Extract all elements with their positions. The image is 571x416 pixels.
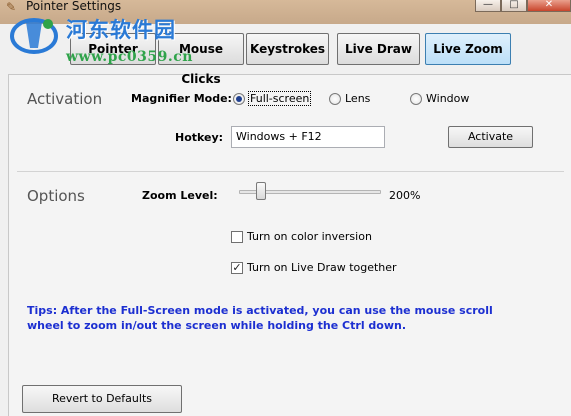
minimize-button[interactable]: — xyxy=(475,0,501,12)
tips-text: Tips: After the Full-Screen mode is acti… xyxy=(27,304,493,332)
settings-panel: Activation Magnifier Mode: Full-screen L… xyxy=(8,74,571,416)
revert-defaults-button[interactable]: Revert to Defaults xyxy=(22,385,182,413)
live-draw-together-checkbox[interactable]: ✓ Turn on Live Draw together xyxy=(231,261,397,274)
color-inversion-label: Turn on color inversion xyxy=(247,230,372,243)
mode-lens-radio[interactable]: Lens xyxy=(329,92,370,105)
window-controls: — □ ✕ xyxy=(475,0,571,12)
radio-icon xyxy=(329,92,341,105)
section-divider xyxy=(17,171,564,172)
window-title: Pointer Settings xyxy=(26,0,122,13)
hotkey-label: Hotkey: xyxy=(175,131,224,144)
checkbox-checked-icon: ✓ xyxy=(231,260,243,274)
zoom-level-label: Zoom Level: xyxy=(142,189,218,202)
activate-button[interactable]: Activate xyxy=(448,126,533,148)
mode-window-radio[interactable]: Window xyxy=(410,92,469,105)
tab-live-zoom[interactable]: Live Zoom xyxy=(425,33,511,65)
hotkey-input[interactable]: Windows + F12 xyxy=(231,126,385,148)
mode-lens-label: Lens xyxy=(345,92,371,105)
options-section-title: Options xyxy=(27,187,85,205)
radio-selected-icon xyxy=(233,92,245,105)
checkbox-empty-icon xyxy=(231,230,243,243)
watermark-text: 河东软件园 xyxy=(66,17,176,42)
close-button[interactable]: ✕ xyxy=(527,0,571,12)
zoom-slider-thumb[interactable] xyxy=(256,182,267,200)
watermark-url: www.pc0359.cn xyxy=(66,49,193,65)
color-inversion-checkbox[interactable]: Turn on color inversion xyxy=(231,230,372,243)
mode-fullscreen-label: Full-screen xyxy=(247,91,312,106)
tab-live-draw[interactable]: Live Draw xyxy=(337,33,420,65)
radio-icon xyxy=(410,92,422,105)
activation-section-title: Activation xyxy=(27,90,103,108)
live-draw-together-label: Turn on Live Draw together xyxy=(247,261,397,274)
maximize-button[interactable]: □ xyxy=(501,0,527,12)
watermark-logo-icon xyxy=(10,18,58,54)
mode-fullscreen-radio[interactable]: Full-screen xyxy=(233,91,312,106)
zoom-value: 200% xyxy=(389,189,421,202)
mode-window-label: Window xyxy=(426,92,470,105)
tab-keystrokes[interactable]: Keystrokes xyxy=(246,33,329,65)
